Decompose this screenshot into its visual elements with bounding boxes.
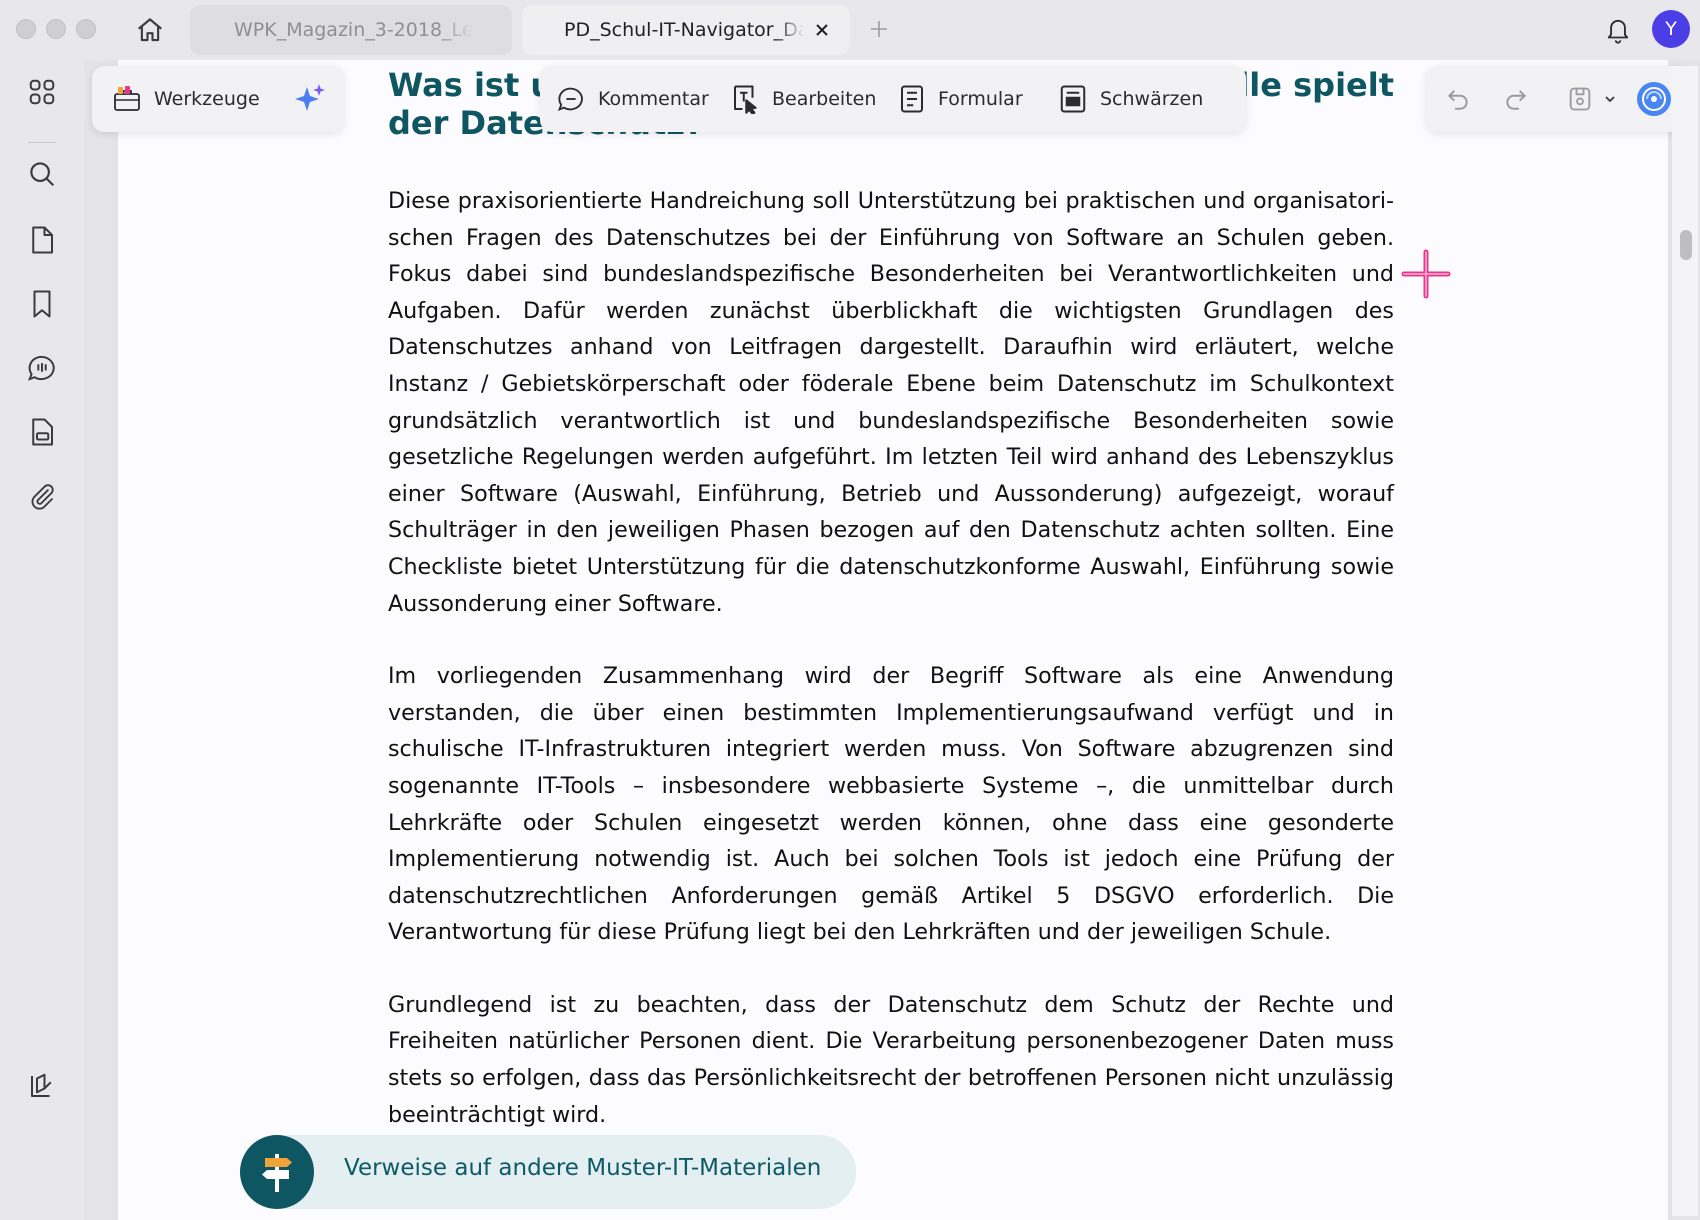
reading-icon <box>31 1073 52 1097</box>
bearbeiten-label: Bearbeiten <box>772 88 877 110</box>
schwaerzen-button[interactable]: Schwärzen <box>1058 78 1203 120</box>
sparkle-icon <box>295 84 325 111</box>
new-tab-button[interactable] <box>864 14 894 44</box>
stamp-icon <box>32 418 53 446</box>
notifications-button[interactable] <box>1598 10 1638 50</box>
reading-mode-button[interactable] <box>20 1064 64 1108</box>
edit-toolbar: Kommentar Bearbeiten Formular Schwärzen <box>540 66 1246 132</box>
save-button[interactable] <box>1560 79 1600 119</box>
tab-close-button[interactable] <box>810 18 834 42</box>
undo-icon <box>1448 90 1468 110</box>
grid-icon <box>29 79 55 105</box>
kommentar-label: Kommentar <box>598 88 709 110</box>
reference-label: Verweise auf andere Muster-IT-Materialen <box>344 1155 822 1181</box>
plus-icon <box>871 21 887 37</box>
toolbox-icon <box>114 86 140 111</box>
tab-schul-it-navigator[interactable]: PD_Schul-IT-Navigator_Da <box>522 5 850 55</box>
bookmark-icon <box>33 290 51 318</box>
redo-button[interactable] <box>1496 79 1536 119</box>
paragraph: Grundlegend ist zu beachten, dass der Da… <box>388 991 1394 1128</box>
bookmarks-button[interactable] <box>20 282 64 326</box>
undo-button[interactable] <box>1438 79 1478 119</box>
werkzeuge-label: Werkzeuge <box>154 88 260 110</box>
close-icon <box>816 24 828 36</box>
ai-orb-icon <box>1637 82 1671 116</box>
minimize-window-button[interactable] <box>46 19 66 39</box>
redo-icon <box>1506 90 1526 110</box>
attachment-icon <box>31 484 54 510</box>
document-body: Diese praxisorientierte Handreichung sol… <box>388 183 1394 1169</box>
title-bar: WPK_Magazin_3-2018_Le PD_Schul-IT-Naviga… <box>0 0 1700 60</box>
signpost-icon <box>262 1154 292 1192</box>
tab-label: WPK_Magazin_3-2018_Le <box>234 19 474 41</box>
formular-label: Formular <box>938 88 1023 110</box>
search-icon <box>30 162 55 187</box>
paragraph: Diese praxisorientierte Handreichung sol… <box>388 188 1394 617</box>
comment-icon <box>557 87 583 111</box>
home-button[interactable] <box>130 10 170 50</box>
actions-toolbar <box>1426 66 1690 132</box>
formular-button[interactable]: Formular <box>898 78 1023 120</box>
redact-icon <box>1060 85 1086 113</box>
thumbnails-button[interactable] <box>20 70 64 114</box>
kommentar-button[interactable]: Kommentar <box>556 78 709 120</box>
pages-button[interactable] <box>20 218 64 262</box>
home-icon <box>138 18 162 42</box>
ai-orb-button[interactable] <box>1634 79 1674 119</box>
tab-wpk-magazin[interactable]: WPK_Magazin_3-2018_Le <box>190 5 512 55</box>
signpost-badge <box>240 1135 314 1209</box>
crosshair-cursor <box>1401 249 1451 299</box>
sidebar-divider <box>28 142 56 143</box>
bearbeiten-button[interactable]: Bearbeiten <box>730 78 876 120</box>
page-icon <box>32 226 53 254</box>
stamps-button[interactable] <box>20 410 64 454</box>
chevron-down-icon <box>1605 96 1615 103</box>
comment-icon <box>28 355 55 381</box>
paragraph: Im vorliegenden Zusammenhang wird der Be… <box>388 663 1394 946</box>
edit-text-icon <box>734 85 757 114</box>
heading-line1-start: Was ist u <box>388 66 554 104</box>
close-window-button[interactable] <box>16 19 36 39</box>
tools-toolbar: Werkzeuge <box>92 66 344 132</box>
bell-icon <box>1607 19 1629 44</box>
scrollbar-thumb[interactable] <box>1680 230 1692 260</box>
reference-banner[interactable]: Verweise auf andere Muster-IT-Materialen <box>240 1135 856 1209</box>
schwaerzen-label: Schwärzen <box>1100 88 1204 110</box>
ai-assistant-button[interactable] <box>290 79 330 119</box>
form-icon <box>901 85 923 113</box>
zoom-window-button[interactable] <box>76 19 96 39</box>
user-avatar[interactable]: Y <box>1652 10 1690 48</box>
left-sidebar <box>0 60 84 1220</box>
search-button[interactable] <box>20 152 64 196</box>
werkzeuge-button[interactable]: Werkzeuge <box>112 78 260 120</box>
save-icon <box>1569 87 1591 111</box>
tab-label: PD_Schul-IT-Navigator_Da <box>564 19 804 41</box>
attachments-button[interactable] <box>20 474 64 518</box>
save-options-dropdown[interactable] <box>1596 79 1624 119</box>
comments-button[interactable] <box>20 346 64 390</box>
